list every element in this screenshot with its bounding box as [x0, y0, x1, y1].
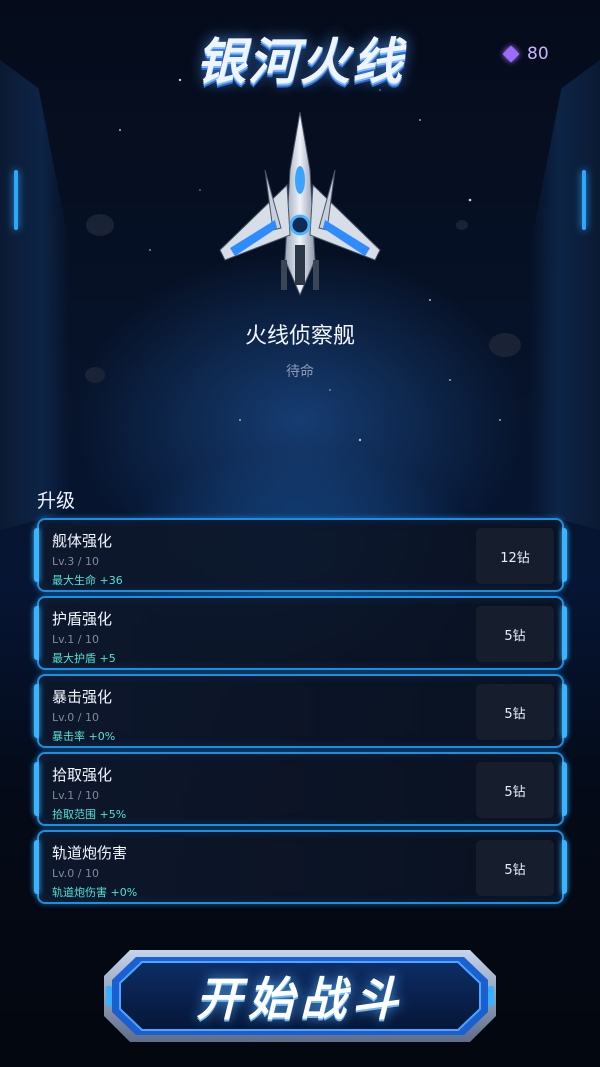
hangar-frame-left — [0, 60, 70, 530]
upgrade-card-hull: 舰体强化 Lv.3 / 10 最大生命 +36 12钻 — [34, 518, 567, 592]
ship-name: 火线侦察舰 — [244, 324, 355, 349]
upgrade-level: Lv.1 / 10 — [52, 633, 99, 646]
upgrade-card-pickup: 拾取强化 Lv.1 / 10 拾取范围 +5% 5钻 — [34, 752, 567, 826]
upgrade-name: 轨道炮伤害 — [52, 844, 128, 862]
upgrade-bonus: 轨道炮伤害 +0% — [52, 886, 138, 899]
hangar-frame-right — [530, 60, 600, 530]
hangar-light-left — [14, 170, 18, 230]
upgrade-bonus: 最大生命 +36 — [52, 574, 123, 587]
upgrade-level: Lv.0 / 10 — [52, 867, 99, 880]
upgrade-list: 舰体强化 Lv.3 / 10 最大生命 +36 12钻 护盾强化 Lv.1 / … — [34, 518, 567, 908]
hangar-light-right — [582, 170, 586, 230]
gem-icon — [502, 45, 520, 63]
currency-display: 80 — [502, 44, 549, 64]
currency-value: 80 — [527, 44, 549, 64]
upgrade-name: 舰体强化 — [52, 532, 113, 550]
upgrade-name: 拾取强化 — [52, 766, 113, 784]
upgrade-bonus: 最大护盾 +5 — [52, 652, 116, 665]
upgrade-level: Lv.3 / 10 — [52, 555, 99, 568]
buy-upgrade-button[interactable]: 12钻 — [476, 528, 554, 584]
start-battle-label: 开始战斗 — [196, 972, 404, 1026]
upgrade-level: Lv.1 / 10 — [52, 789, 99, 802]
upgrade-card-crit: 暴击强化 Lv.0 / 10 暴击率 +0% 5钻 — [34, 674, 567, 748]
buy-upgrade-button[interactable]: 5钻 — [476, 840, 554, 896]
ship-status: 待命 — [286, 364, 314, 380]
start-battle-button[interactable]: 开始战斗 — [102, 948, 498, 1044]
buy-upgrade-button[interactable]: 5钻 — [476, 762, 554, 818]
upgrade-bonus: 拾取范围 +5% — [52, 808, 127, 821]
buy-upgrade-button[interactable]: 5钻 — [476, 684, 554, 740]
buy-upgrade-button[interactable]: 5钻 — [476, 606, 554, 662]
upgrade-section-title: 升级 — [37, 490, 76, 512]
upgrade-bonus: 暴击率 +0% — [52, 730, 116, 743]
upgrade-card-shield: 护盾强化 Lv.1 / 10 最大护盾 +5 5钻 — [34, 596, 567, 670]
upgrade-level: Lv.0 / 10 — [52, 711, 99, 724]
upgrade-name: 暴击强化 — [52, 688, 113, 706]
spaceship-image — [219, 111, 381, 297]
upgrade-card-railgun: 轨道炮伤害 Lv.0 / 10 轨道炮伤害 +0% 5钻 — [34, 830, 567, 904]
upgrade-name: 护盾强化 — [52, 610, 113, 628]
